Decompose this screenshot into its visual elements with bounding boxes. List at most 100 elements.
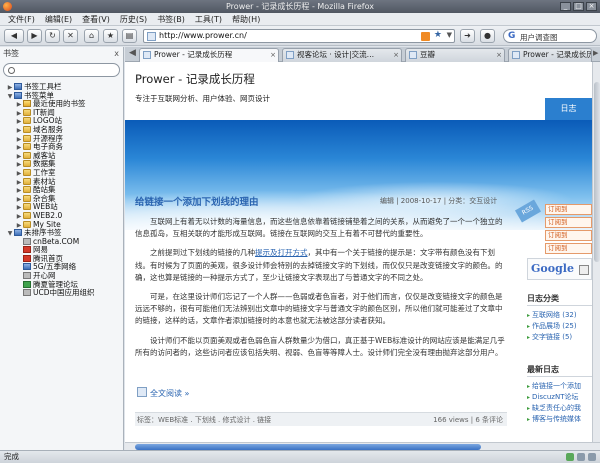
post-link[interactable]: 提示及打开方式 [255, 248, 308, 257]
bookmark-item[interactable]: ▶ 素材站 [0, 177, 123, 187]
bookmark-item[interactable]: ▶ 威客站 [0, 151, 123, 161]
reload-button[interactable]: ↻ [45, 29, 60, 43]
recent-post-item[interactable]: 缺乏责任心的我 [527, 403, 592, 414]
folder-icon [23, 194, 31, 202]
rss-feed-icon[interactable] [421, 32, 430, 41]
subscribe-button[interactable]: 订阅到 [545, 230, 592, 241]
search-submit-button[interactable] [579, 265, 589, 275]
stop-button[interactable]: ✕ [63, 29, 78, 43]
bookmark-favicon-icon [14, 91, 22, 99]
close-window-button[interactable]: × [586, 2, 597, 11]
post-text: 之前提到过下划线的链接的几种 [150, 248, 255, 258]
go-button[interactable]: ➜ [460, 29, 475, 43]
menu-help[interactable]: 帮助(H) [227, 14, 265, 25]
back-button[interactable]: ◀ [4, 29, 24, 43]
tab-prower[interactable]: Prower - 记录成长历程 × [139, 48, 279, 62]
page-content: Prower - 记录成长历程 专注于互联网分析、用户体验、网页设计 日志 给链… [125, 62, 592, 442]
forward-arrow-icon: ▶ [31, 31, 38, 40]
tab-list-icon[interactable]: ▶ [593, 49, 598, 57]
google-search-widget[interactable]: Google [527, 258, 592, 280]
bookmark-star-icon: ★ [106, 31, 115, 40]
google-engine-icon[interactable]: G [508, 31, 515, 41]
subscribe-button[interactable]: 订阅到 [545, 217, 592, 228]
bookmark-item[interactable]: ▶ 电子商务 [0, 142, 123, 152]
bookmark-item[interactable]: cnBeta.COM [0, 237, 123, 247]
tab-prower-2[interactable]: Prower - 记录成长历程 [508, 48, 592, 62]
bookmark-item[interactable]: ▶ 酷站集 [0, 185, 123, 195]
bookmark-item[interactable]: ▶ WEB2.0 [0, 211, 123, 221]
folder-icon [23, 100, 31, 108]
tab-favicon-icon [286, 51, 294, 59]
search-input[interactable]: 用户调查图 [520, 32, 558, 43]
menu-tools[interactable]: 工具(T) [190, 14, 227, 25]
category-item[interactable]: 作品展场 (25) [527, 321, 592, 332]
subscribe-button[interactable]: 订阅到 [545, 243, 592, 254]
url-dropdown-icon[interactable]: ▼ [447, 31, 452, 39]
bookmark-item[interactable]: ▶ 最近使用的书签 [0, 99, 123, 109]
category-item[interactable]: 交字链接 (5) [527, 332, 592, 343]
post-body: 互联网上有着无以计数的海量信息，而这些信息依靠着链接铺垫着之间的关系，从而避免了… [135, 216, 505, 366]
menu-bookmarks[interactable]: 书签(B) [152, 14, 190, 25]
menu-edit[interactable]: 编辑(E) [40, 14, 77, 25]
tab-label: 豆瓣 [420, 50, 435, 59]
vertical-scroll-thumb[interactable] [594, 82, 600, 262]
bookmark-favicon-icon [14, 83, 22, 90]
search-bar[interactable]: G 用户调查图 [503, 29, 597, 43]
bookmark-toggle-button[interactable]: ★ [103, 29, 118, 43]
maximize-button[interactable]: □ [573, 2, 584, 11]
bookmark-item[interactable]: ▶ 书签工具栏 [0, 82, 123, 92]
subscribe-button[interactable]: 订阅到 [545, 204, 592, 215]
addon-button[interactable]: ● [480, 29, 495, 43]
menu-view[interactable]: 查看(V) [77, 14, 115, 25]
vertical-scrollbar[interactable] [592, 62, 600, 442]
post-tags[interactable]: 标签：WEB标准 . 下划线 . 修式设计 . 链接 [137, 416, 271, 424]
url-bar[interactable]: http://www.prower.cn/ ★ ▼ [143, 29, 455, 43]
post-paragraph: 可是，在这里设计师们忘记了一个人群——色弱或者色盲者，对于他们而言，仅仅是改变链… [135, 292, 503, 326]
folder-icon [23, 117, 31, 125]
sidebar-toggle-button[interactable]: ▤ [122, 29, 137, 43]
bookmark-tree: ▶ 书签工具栏 ▼ 书签菜单 ▶ 最近使用的书签 ▶ IT新闻 ▶ LOGO站 ▶ 域名服务 ▶ 开源程序… [0, 82, 123, 298]
home-button[interactable]: ⌂ [84, 29, 99, 43]
tab-shike[interactable]: 视客论坛 · 设计|交流… × [282, 48, 402, 62]
tab-close-icon[interactable]: × [496, 49, 502, 61]
minimize-button[interactable]: _ [560, 2, 571, 11]
tab-favicon-icon [409, 51, 417, 59]
tab-close-icon[interactable]: × [393, 49, 399, 61]
folder-icon [23, 220, 31, 228]
bookmark-item[interactable]: 5G/五季网络 [0, 263, 123, 272]
bookmark-favicon-icon [23, 272, 31, 280]
site-favicon-icon [147, 32, 156, 41]
folder-icon [23, 143, 31, 151]
bookmark-item[interactable]: ▶ 杂合集 [0, 194, 123, 204]
tab-douban[interactable]: 豆瓣 × [405, 48, 505, 62]
addon-status-icon[interactable] [588, 453, 596, 461]
bookmark-star-icon[interactable]: ★ [434, 30, 442, 40]
bookmark-item[interactable]: ▶ 数据集 [0, 160, 123, 169]
tab-bar: ◀ Prower - 记录成长历程 × 视客论坛 · 设计|交流… × 豆瓣 ×… [125, 47, 600, 62]
site-title[interactable]: Prower - 记录成长历程 [135, 71, 255, 87]
nav-tab-log[interactable]: 日志 [545, 98, 592, 120]
url-text[interactable]: http://www.prower.cn/ [159, 31, 247, 40]
tab-scroll-left-icon[interactable]: ◀ [129, 48, 136, 58]
category-item[interactable]: 互联网络 (32) [527, 310, 592, 321]
forward-button[interactable]: ▶ [27, 29, 42, 43]
addon-status-icon[interactable] [577, 453, 585, 461]
read-more-link[interactable]: 全文阅读 » [137, 387, 189, 399]
menu-file[interactable]: 文件(F) [3, 14, 40, 25]
post-title[interactable]: 给链接一个添加下划线的理由 [135, 194, 259, 208]
post-stats[interactable]: 166 views | 6 条评论 [433, 413, 503, 427]
folder-icon [23, 203, 31, 211]
bookmark-item[interactable]: UCD中国应用组织 [0, 288, 123, 298]
bookmark-search-input[interactable] [3, 63, 120, 77]
tab-close-icon[interactable]: × [270, 49, 276, 61]
close-sidebar-icon[interactable]: x [114, 47, 119, 61]
bookmark-item[interactable]: ▶ 工作室 [0, 168, 123, 178]
menu-history[interactable]: 历史(S) [115, 14, 152, 25]
horizontal-scrollbar[interactable] [125, 442, 600, 450]
recent-post-item[interactable]: 给链接一个添加 [527, 381, 592, 392]
addon-status-icon[interactable] [566, 453, 574, 461]
recent-post-item[interactable]: DiscuzNT论坛 [527, 392, 592, 403]
folder-icon [23, 168, 31, 176]
recent-post-item[interactable]: 博客与传统媒体 [527, 414, 592, 425]
stop-icon: ✕ [67, 31, 74, 40]
